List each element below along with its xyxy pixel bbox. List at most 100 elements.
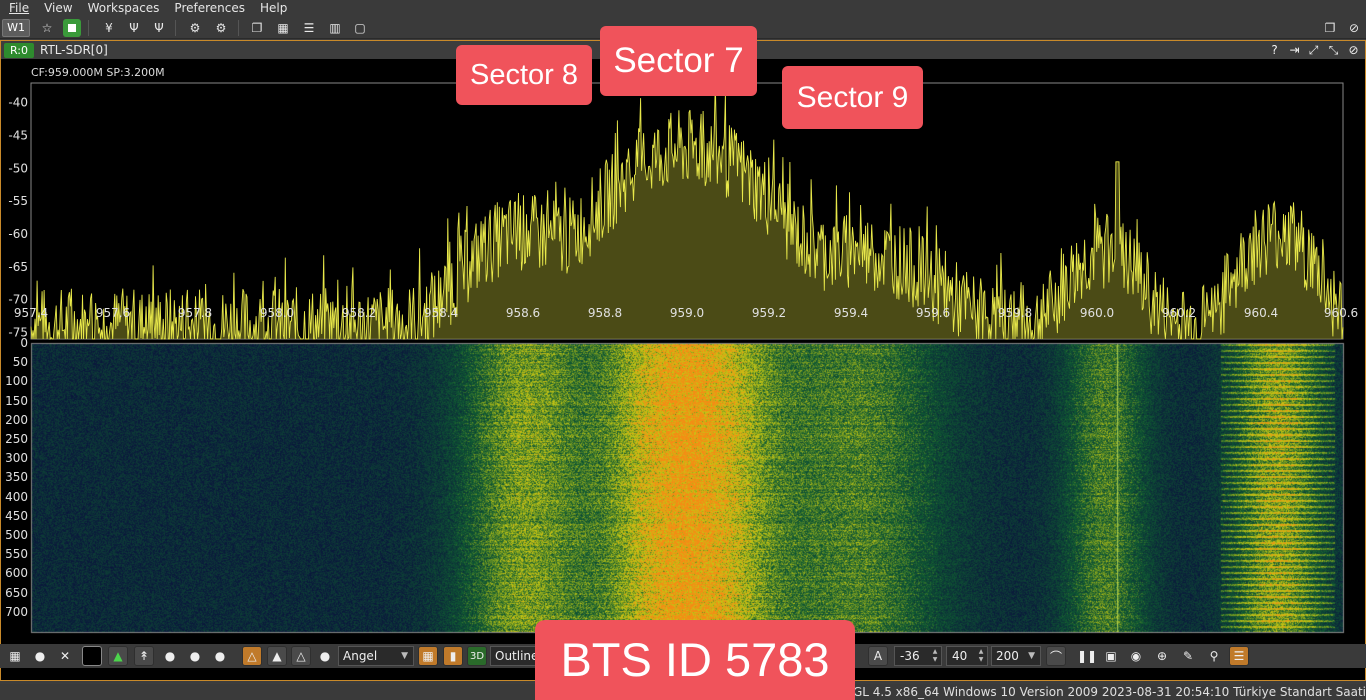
- cross-tools-icon[interactable]: ✕: [55, 646, 75, 666]
- waterfall-tick-label: 650: [5, 585, 28, 600]
- fps-value: 200: [996, 649, 1019, 663]
- x-tick-label: 957.8: [177, 306, 213, 320]
- receiver-tag[interactable]: R:0: [4, 43, 34, 58]
- menu-file[interactable]: File: [0, 0, 35, 17]
- bts-id-callout: BTS ID 5783: [535, 620, 855, 700]
- waterfall-area[interactable]: 0 50 100 150 200 250 300 350 400 450 500 550 600 650 7…: [1, 336, 1365, 640]
- ruler-icon[interactable]: ✎: [1178, 646, 1198, 666]
- chevron-down-icon: ▼: [1028, 651, 1035, 661]
- render-mode-value: Outline: [495, 649, 539, 663]
- x-tick-label: 959.8: [997, 306, 1033, 320]
- x-tick-label: 959.6: [915, 306, 951, 320]
- restore-window-icon[interactable]: ❐: [1321, 19, 1339, 37]
- waterfall-tick-label: 100: [5, 374, 28, 389]
- y-tick-label: -70: [8, 293, 28, 307]
- sector-9-callout: Sector 9: [782, 66, 923, 129]
- waterfall-grid-icon[interactable]: ▦: [418, 646, 438, 666]
- peak-outline-icon[interactable]: △: [291, 646, 311, 666]
- add-tool-icon[interactable]: ⚙: [186, 19, 204, 37]
- waterfall-tick-label: 400: [5, 489, 28, 504]
- menu-workspaces[interactable]: Workspaces: [79, 0, 166, 17]
- receiver-panel: R:0 RTL-SDR[0] ? ⇥ ⤢ ⤡ ⊘ -40 -45 -50 -55 -60…: [0, 40, 1366, 681]
- waterfall-tick-label: 50: [12, 355, 28, 370]
- waterfall-tick-label: 150: [5, 393, 28, 408]
- x-tick-label: 959.4: [833, 306, 869, 320]
- expand-icon[interactable]: ⤢: [1305, 42, 1322, 58]
- spin-arrows-icon[interactable]: ▲ ▼: [930, 648, 940, 664]
- y-tick-label: -45: [8, 129, 28, 143]
- rows-layout-icon[interactable]: ☰: [300, 19, 318, 37]
- arrow-up-icon[interactable]: ↟: [134, 646, 154, 666]
- knob-peak-icon[interactable]: ●: [315, 646, 335, 666]
- y-tick-label: -55: [8, 194, 28, 208]
- menu-view[interactable]: View: [35, 0, 78, 17]
- waterfall-tick-label: 350: [5, 470, 28, 485]
- hide-panel-icon[interactable]: ⊘: [1345, 42, 1362, 58]
- level-range-spinbox[interactable]: 40 ▲ ▼: [946, 646, 988, 666]
- pin-icon[interactable]: ⚲: [1204, 646, 1224, 666]
- x-tick-label: 958.4: [423, 306, 459, 320]
- detach-icon[interactable]: ⇥: [1286, 42, 1303, 58]
- x-tick-label: 957.4: [13, 306, 49, 320]
- fullscreen-icon[interactable]: ⤡: [1325, 42, 1342, 58]
- hide-icon[interactable]: ⊘: [1345, 19, 1363, 37]
- broadcast-icon[interactable]: ◉: [1126, 646, 1146, 666]
- knob-medium-icon[interactable]: ●: [185, 646, 205, 666]
- workspace-tab[interactable]: W1: [2, 19, 30, 37]
- menu-help[interactable]: Help: [251, 0, 293, 17]
- y-tick-label: -40: [8, 96, 28, 110]
- crosshair-icon[interactable]: ⊕: [1152, 646, 1172, 666]
- star-icon[interactable]: ☆: [38, 19, 56, 37]
- save-icon[interactable]: ▣: [1101, 646, 1121, 666]
- color-swatch[interactable]: [82, 646, 102, 666]
- spin-arrows-icon[interactable]: ▲ ▼: [976, 648, 986, 664]
- fps-select[interactable]: 200 ▼: [991, 646, 1041, 666]
- waterfall-tick-label: 300: [5, 451, 28, 466]
- device-name: RTL-SDR[0]: [40, 43, 108, 57]
- remove-tool-icon[interactable]: ⚙: [212, 19, 230, 37]
- peak-white-icon[interactable]: ▲: [267, 646, 287, 666]
- antenna-signal-icon[interactable]: Ψ: [125, 19, 143, 37]
- maximize-layout-icon[interactable]: ▢: [351, 19, 369, 37]
- stop-button[interactable]: [63, 19, 81, 37]
- antenna-icon[interactable]: ¥: [100, 19, 118, 37]
- knob-icon[interactable]: ●: [30, 646, 50, 666]
- x-tick-label: 960.4: [1243, 306, 1279, 320]
- waterfall-tick-label: 450: [5, 508, 28, 523]
- knob-small-icon[interactable]: ●: [160, 646, 180, 666]
- grid-layout-icon[interactable]: ▦: [274, 19, 292, 37]
- antenna-multi-icon[interactable]: Ψ: [150, 19, 168, 37]
- pause-icon[interactable]: ❚❚: [1077, 646, 1097, 666]
- level-min-value: -36: [900, 649, 920, 663]
- columns-layout-icon[interactable]: ▥: [326, 19, 344, 37]
- spectrum-plot[interactable]: -40-45-50-55-60-65-70-75: [1, 60, 1365, 340]
- help-icon[interactable]: ?: [1266, 42, 1283, 58]
- 3d-view-icon[interactable]: 3D: [467, 646, 487, 666]
- menu-preferences[interactable]: Preferences: [165, 0, 251, 17]
- curve-icon[interactable]: ⌒: [1046, 646, 1066, 666]
- status-text: 2 OpenGL 4.5 x86_64 Windows 10 Version 2…: [809, 685, 1366, 699]
- waterfall-tick-label: 500: [5, 528, 28, 542]
- peak-orange-icon[interactable]: △: [242, 646, 262, 666]
- x-tick-label: 958.6: [505, 306, 541, 320]
- level-min-spinbox[interactable]: -36 ▲ ▼: [894, 646, 942, 666]
- knob-large-icon[interactable]: ●: [210, 646, 230, 666]
- x-tick-label: 958.8: [587, 306, 623, 320]
- y-tick-label: -50: [8, 161, 28, 175]
- grid-icon[interactable]: ▦: [5, 646, 25, 666]
- waterfall-display[interactable]: [1, 341, 1365, 636]
- palette-select[interactable]: Angel ▼: [338, 646, 414, 666]
- waterfall-bar-icon[interactable]: ▮: [443, 646, 463, 666]
- chevron-down-icon: ▼: [401, 651, 408, 661]
- triangle-green-icon[interactable]: ▲: [108, 646, 128, 666]
- menu-lines-icon[interactable]: ☰: [1229, 646, 1249, 666]
- waterfall-tick-label: 550: [5, 547, 28, 562]
- window-cascade-icon[interactable]: ❐: [248, 19, 266, 37]
- auto-button[interactable]: A: [868, 646, 888, 666]
- y-tick-label: -60: [8, 227, 28, 241]
- x-tick-label: 960.6: [1323, 306, 1359, 320]
- x-tick-label: 957.6: [95, 306, 131, 320]
- y-tick-label: -65: [8, 260, 28, 274]
- render-mode-select[interactable]: Outline: [490, 646, 540, 666]
- x-tick-label: 958.2: [341, 306, 377, 320]
